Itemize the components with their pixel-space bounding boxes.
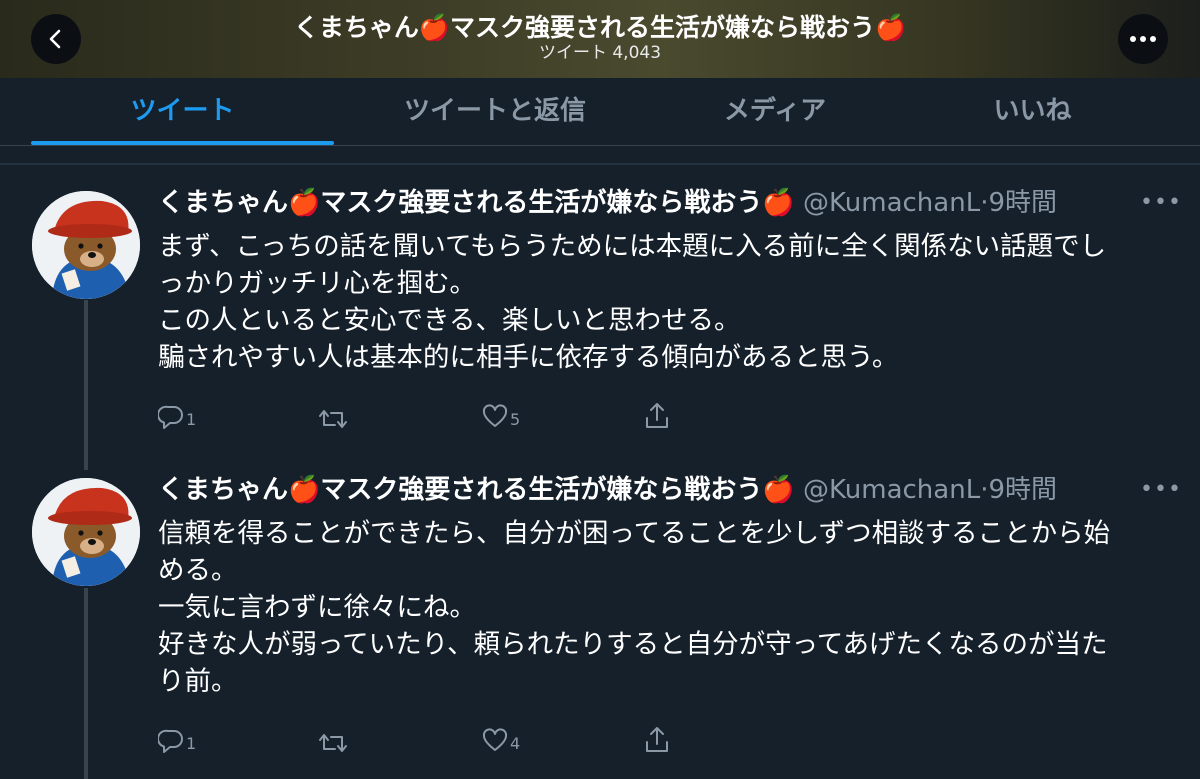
tweet-count: ツイート 4,043 <box>538 43 662 63</box>
tweet-line: める。 <box>158 555 238 586</box>
tweet-text: まず、こっちの話を聞いてもらうためには本題に入る前に全く関係ない話題でし っかり… <box>158 228 1178 376</box>
share-button[interactable] <box>644 724 670 754</box>
heart-icon <box>482 404 508 427</box>
tweet-more-button[interactable]: ••• <box>1140 475 1182 509</box>
thread-line <box>84 588 88 779</box>
author-handle[interactable]: @KumachanL <box>803 475 980 505</box>
tab-tweets-and-replies[interactable]: ツイートと返信 <box>365 78 625 146</box>
active-tab-indicator <box>31 141 334 145</box>
share-icon <box>646 727 668 752</box>
more-button[interactable] <box>1118 14 1168 64</box>
tab-media[interactable]: メディア <box>655 78 895 146</box>
retweet-icon <box>319 410 347 428</box>
author-name[interactable]: くまちゃん🍎マスク強要される生活が嫌なら戦おう🍎 <box>158 475 795 505</box>
profile-tabs: ツイート ツイートと返信 メディア いいね <box>0 78 1200 146</box>
section-divider <box>0 163 1200 165</box>
like-count: 4 <box>510 734 521 753</box>
thread-line <box>84 300 88 470</box>
retweet-button[interactable] <box>318 402 350 432</box>
avatar[interactable] <box>32 478 140 586</box>
tweet-line: 好きな人が弱っていたり、頼られたりすると自分が守ってあげたくなるのが当た <box>158 629 1108 660</box>
retweet-icon <box>319 734 347 752</box>
profile-header: くまちゃん🍎マスク強要される生活が嫌なら戦おう🍎 ツイート 4,043 <box>0 0 1200 78</box>
back-button[interactable] <box>31 14 81 64</box>
tweet-time[interactable]: 9時間 <box>988 188 1057 218</box>
tab-likes[interactable]: いいね <box>920 78 1145 146</box>
reply-icon <box>158 405 183 429</box>
tweet-line: 騙されやすい人は基本的に相手に依存する傾向があると思う。 <box>158 342 899 373</box>
bear-avatar-image <box>32 191 140 299</box>
share-icon <box>646 403 668 428</box>
avatar[interactable] <box>32 191 140 299</box>
share-button[interactable] <box>644 400 670 430</box>
like-count: 5 <box>510 410 521 429</box>
reply-icon <box>158 729 183 753</box>
tweet-more-button[interactable]: ••• <box>1140 188 1182 222</box>
tweet-text: 信頼を得ることができたら、自分が困ってることを少しずつ相談することから始 める。… <box>158 515 1178 700</box>
tweet-time[interactable]: 9時間 <box>988 475 1057 505</box>
tweet-line: この人といると安心できる、楽しいと思わせる。 <box>158 305 741 336</box>
author-handle[interactable]: @KumachanL <box>803 188 980 218</box>
tweet-line: まず、こっちの話を聞いてもらうためには本題に入る前に全く関係ない話題でし <box>158 231 1107 262</box>
reply-count: 1 <box>186 734 197 753</box>
tweet-line: 信頼を得ることができたら、自分が困ってることを少しずつ相談することから始 <box>158 518 1111 549</box>
page-title: くまちゃん🍎マスク強要される生活が嫌なら戦おう🍎 <box>293 13 907 42</box>
tweet-line: 一気に言わずに徐々にね。 <box>158 592 476 623</box>
more-dots-icon <box>1130 36 1156 42</box>
tweet-line: り前。 <box>158 666 238 697</box>
author-name[interactable]: くまちゃん🍎マスク強要される生活が嫌なら戦おう🍎 <box>158 188 795 218</box>
like-button[interactable]: 4 <box>482 724 520 754</box>
tab-tweets[interactable]: ツイート <box>31 78 334 146</box>
reply-count: 1 <box>186 410 197 429</box>
chevron-left-icon <box>49 29 61 49</box>
bear-avatar-image <box>32 478 140 586</box>
heart-icon <box>482 728 508 751</box>
tweet-line: っかりガッチリ心を掴む。 <box>158 268 476 299</box>
reply-button[interactable]: 1 <box>158 724 196 754</box>
like-button[interactable]: 5 <box>482 400 520 430</box>
reply-button[interactable]: 1 <box>158 400 196 430</box>
retweet-button[interactable] <box>318 726 350 756</box>
